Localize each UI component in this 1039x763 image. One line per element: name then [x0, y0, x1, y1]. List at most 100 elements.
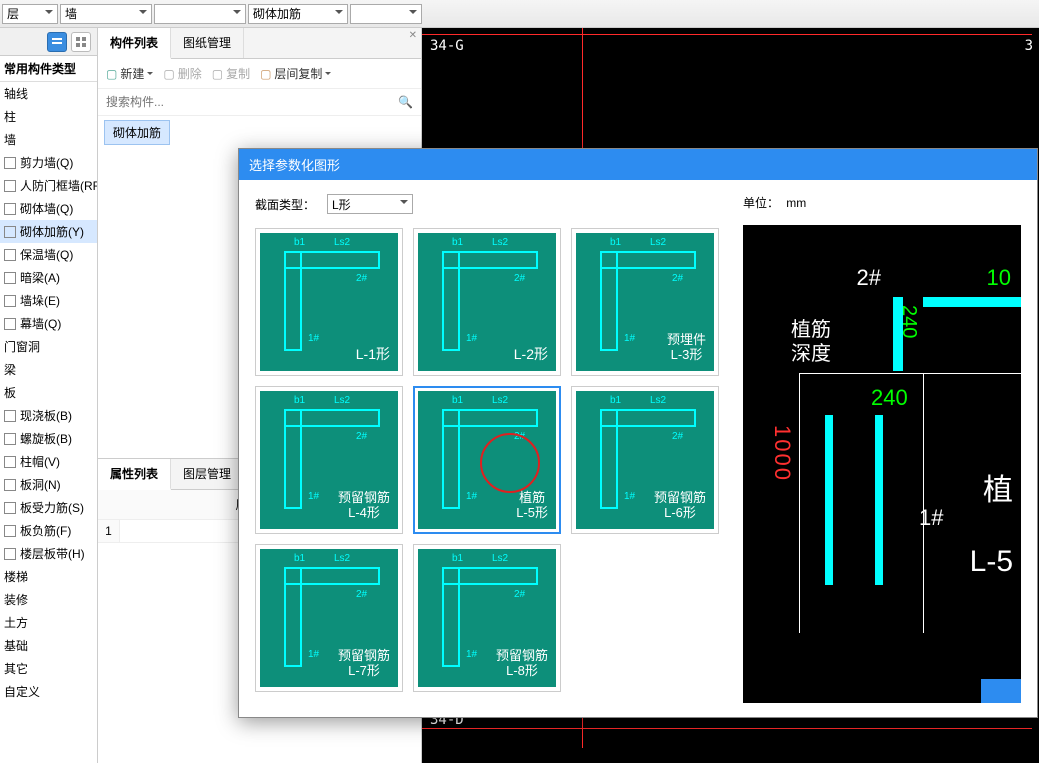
sidebar-item[interactable]: 楼梯: [0, 565, 97, 588]
sidebar-item-label: 梁: [4, 361, 16, 378]
search-input[interactable]: [98, 89, 421, 115]
combo-wall[interactable]: 墙: [60, 4, 152, 24]
view-list-icon[interactable]: [47, 32, 67, 52]
left-panel: 常用构件类型 轴线柱墙剪力墙(Q) 人防门框墙(RF 砌体墙(Q)砌体加筋(Y) 保温…: [0, 28, 98, 763]
sidebar-item[interactable]: 基础: [0, 634, 97, 657]
member-icon: [4, 249, 16, 261]
mid-tabs: 构件列表 图纸管理: [98, 28, 421, 59]
tab-property-list[interactable]: 属性列表: [98, 459, 171, 490]
shape-option[interactable]: b1Ls22#1#植筋L-5形: [413, 386, 561, 534]
pv-name2: L-5: [970, 545, 1013, 579]
member-icon: [4, 295, 16, 307]
sidebar-item-label: 装修: [4, 591, 28, 608]
unit-value: mm: [786, 196, 806, 210]
sidebar-item-label: 柱帽(V): [20, 453, 60, 470]
pv-240a: 240: [871, 385, 908, 411]
sidebar-item[interactable]: 轴线: [0, 82, 97, 105]
sidebar-item[interactable]: 墙: [0, 128, 97, 151]
close-icon[interactable]: ✕: [409, 30, 417, 41]
component-chip[interactable]: 砌体加筋: [104, 120, 170, 145]
sidebar-item[interactable]: 暗梁(A): [0, 266, 97, 289]
search-icon[interactable]: 🔍: [398, 95, 413, 109]
member-icon: [4, 548, 16, 560]
sidebar-item[interactable]: 板洞(N): [0, 473, 97, 496]
combo-wall-text: 墙: [65, 5, 77, 22]
shape-option[interactable]: b1Ls22#1#L-2形: [413, 228, 561, 376]
member-icon: [4, 479, 16, 491]
combo-5[interactable]: [350, 4, 422, 24]
shape-preview: 2# 10 植筋 深度 240 240 1000 1# 植 L-5: [743, 225, 1021, 703]
pv-planted2: 深度: [791, 337, 831, 366]
sidebar-item[interactable]: 梁: [0, 358, 97, 381]
sidebar-item-label: 门窗洞: [4, 338, 40, 355]
sidebar-item-label: 板受力筋(S): [20, 499, 84, 516]
member-icon: [4, 502, 16, 514]
sidebar-item[interactable]: 柱: [0, 105, 97, 128]
sidebar-item[interactable]: 现浇板(B): [0, 404, 97, 427]
sidebar-item-label: 自定义: [4, 683, 40, 700]
sidebar-item[interactable]: 墙垛(E): [0, 289, 97, 312]
mid-toolbar: ▢新建 ▢删除 ▢复制 ▢层间复制: [98, 59, 421, 89]
sidebar-item[interactable]: 板: [0, 381, 97, 404]
copy-button[interactable]: ▢复制: [212, 65, 250, 82]
sidebar-item-label: 轴线: [4, 85, 28, 102]
shape-option[interactable]: b1Ls22#1#预留钢筋L-8形: [413, 544, 561, 692]
sidebar-item[interactable]: 保温墙(Q): [0, 243, 97, 266]
sidebar-item[interactable]: 自定义: [0, 680, 97, 703]
sidebar-item-label: 楼层板带(H): [20, 545, 85, 562]
sidebar-item-label: 幕墙(Q): [20, 315, 61, 332]
ok-button[interactable]: [981, 679, 1021, 703]
pv-name1: 植: [983, 465, 1013, 509]
shape-option[interactable]: b1Ls22#1#L-1形: [255, 228, 403, 376]
sidebar-item[interactable]: 幕墙(Q): [0, 312, 97, 335]
member-icon: [4, 157, 16, 169]
sidebar-item[interactable]: 板负筋(F): [0, 519, 97, 542]
sidebar-item-label: 板洞(N): [20, 476, 61, 493]
combo-floor-text: 层: [7, 5, 19, 22]
shape-option[interactable]: b1Ls22#1#预埋件L-3形: [571, 228, 719, 376]
shape-grid: b1Ls22#1#L-1形b1Ls22#1#L-2形b1Ls22#1#预埋件L-…: [255, 228, 725, 692]
sidebar-item-label: 剪力墙(Q): [20, 154, 73, 171]
sidebar-item[interactable]: 剪力墙(Q): [0, 151, 97, 174]
layer-copy-button[interactable]: ▢层间复制: [260, 65, 331, 82]
sidebar-item-label: 墙: [4, 131, 16, 148]
sidebar-item[interactable]: 螺旋板(B): [0, 427, 97, 450]
delete-button[interactable]: ▢删除: [163, 65, 201, 82]
sidebar-item[interactable]: 其它: [0, 657, 97, 680]
sidebar-item[interactable]: 砌体加筋(Y): [0, 220, 97, 243]
shape-option[interactable]: b1Ls22#1#预留钢筋L-4形: [255, 386, 403, 534]
tab-layer-mgmt[interactable]: 图层管理: [171, 459, 244, 489]
sidebar-item[interactable]: 砌体墙(Q): [0, 197, 97, 220]
top-toolbar: 层 墙 砌体加筋: [0, 0, 1039, 28]
sidebar-item[interactable]: 门窗洞: [0, 335, 97, 358]
sidebar-item[interactable]: 楼层板带(H): [0, 542, 97, 565]
member-icon: [4, 410, 16, 422]
new-button[interactable]: ▢新建: [106, 65, 153, 82]
cad-label-tr: 3: [1025, 38, 1033, 54]
search-box: 🔍: [98, 89, 421, 116]
tab-component-list[interactable]: 构件列表: [98, 28, 171, 59]
member-icon: [4, 203, 16, 215]
sidebar-item-label: 暗梁(A): [20, 269, 60, 286]
sidebar-item-label: 螺旋板(B): [20, 430, 72, 447]
sidebar-item[interactable]: 装修: [0, 588, 97, 611]
sidebar-item-label: 人防门框墙(RF: [20, 177, 97, 194]
shape-option[interactable]: b1Ls22#1#预留钢筋L-7形: [255, 544, 403, 692]
sidebar-item[interactable]: 板受力筋(S): [0, 496, 97, 519]
combo-3[interactable]: [154, 4, 246, 24]
parametric-shape-dialog: 选择参数化图形 截面类型： L形 b1Ls22#1#L-1形b1Ls22#1#L…: [238, 148, 1038, 718]
member-icon: [4, 525, 16, 537]
sidebar-item-label: 柱: [4, 108, 16, 125]
left-panel-header: 常用构件类型: [0, 56, 97, 82]
combo-member[interactable]: 砌体加筋: [248, 4, 348, 24]
sidebar-item[interactable]: 土方: [0, 611, 97, 634]
section-type-combo[interactable]: L形: [327, 194, 413, 214]
sidebar-item[interactable]: 柱帽(V): [0, 450, 97, 473]
shape-option[interactable]: b1Ls22#1#预留钢筋L-6形: [571, 386, 719, 534]
view-grid-icon[interactable]: [71, 32, 91, 52]
sidebar-item[interactable]: 人防门框墙(RF: [0, 174, 97, 197]
sidebar-item-label: 保温墙(Q): [20, 246, 73, 263]
combo-floor[interactable]: 层: [2, 4, 58, 24]
tab-drawing-mgmt[interactable]: 图纸管理: [171, 28, 244, 58]
sidebar-item-label: 墙垛(E): [20, 292, 60, 309]
